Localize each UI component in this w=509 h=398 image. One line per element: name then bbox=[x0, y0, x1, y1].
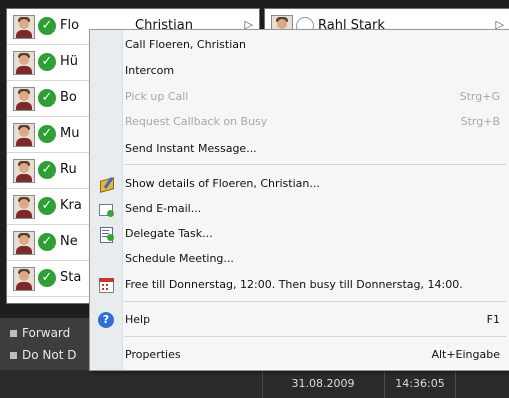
available-status-icon: ✓ bbox=[38, 53, 56, 71]
avatar bbox=[13, 159, 35, 183]
menu-item-label: Send Instant Message... bbox=[125, 142, 257, 155]
context-menu: Call Floeren, Christian Intercom Pick up… bbox=[89, 29, 509, 371]
forward-label: Forward bbox=[22, 326, 71, 340]
menu-item-send-email[interactable]: Send E-mail... bbox=[90, 197, 509, 221]
menu-item-label: Properties bbox=[125, 348, 181, 361]
menu-item-send-instant-message[interactable]: Send Instant Message... bbox=[90, 137, 509, 161]
avatar bbox=[13, 87, 35, 111]
menu-item-shortcut: Strg+G bbox=[459, 90, 500, 103]
menu-item-help[interactable]: ? Help F1 bbox=[90, 308, 509, 332]
contact-name: Hü bbox=[60, 54, 79, 69]
menu-item-label: Free till Donnerstag, 12:00. Then busy t… bbox=[125, 278, 463, 291]
avatar bbox=[13, 15, 35, 39]
menu-item-pick-up-call: Pick up Call Strg+G bbox=[90, 85, 509, 109]
menu-item-call[interactable]: Call Floeren, Christian bbox=[90, 33, 509, 57]
contact-name: Sta bbox=[60, 270, 82, 285]
contact-name: Ne bbox=[60, 234, 78, 249]
available-status-icon: ✓ bbox=[38, 89, 56, 107]
forward-toggle[interactable]: Forward bbox=[10, 326, 70, 340]
address-book-icon bbox=[98, 176, 114, 193]
status-date: 31.08.2009 bbox=[262, 370, 383, 398]
menu-separator bbox=[124, 301, 506, 302]
menu-item-show-details[interactable]: Show details of Floeren, Christian... bbox=[90, 172, 509, 196]
menu-separator bbox=[124, 164, 506, 165]
menu-item-properties[interactable]: Properties Alt+Eingabe bbox=[90, 343, 509, 367]
avatar bbox=[13, 231, 35, 255]
menu-item-shortcut: Alt+Eingabe bbox=[431, 348, 500, 361]
available-status-icon: ✓ bbox=[38, 125, 56, 143]
menu-item-free-busy[interactable]: Free till Donnerstag, 12:00. Then busy t… bbox=[90, 273, 509, 297]
task-icon bbox=[98, 226, 114, 243]
menu-bullet-icon bbox=[10, 330, 17, 337]
menu-item-shortcut: F1 bbox=[486, 313, 500, 326]
menu-item-request-callback: Request Callback on Busy Strg+B bbox=[90, 110, 509, 134]
menu-bullet-icon bbox=[10, 352, 17, 359]
dnd-label: Do Not D bbox=[22, 348, 77, 362]
contact-name: Kra bbox=[60, 198, 82, 213]
status-bar: 31.08.2009 14:36:05 bbox=[0, 370, 509, 398]
menu-item-intercom[interactable]: Intercom bbox=[90, 59, 509, 83]
menu-item-label: Show details of Floeren, Christian... bbox=[125, 177, 320, 190]
available-status-icon: ✓ bbox=[38, 269, 56, 287]
contact-name: Flo bbox=[60, 18, 80, 33]
available-status-icon: ✓ bbox=[38, 17, 56, 35]
available-status-icon: ✓ bbox=[38, 197, 56, 215]
menu-item-label: Schedule Meeting... bbox=[125, 252, 234, 265]
menu-item-label: Call Floeren, Christian bbox=[125, 38, 246, 51]
menu-item-label: Help bbox=[125, 313, 151, 326]
help-icon: ? bbox=[98, 312, 114, 328]
avatar bbox=[13, 195, 35, 219]
avatar bbox=[13, 267, 35, 291]
calendar-icon bbox=[98, 277, 114, 293]
avatar bbox=[13, 51, 35, 75]
do-not-disturb-toggle[interactable]: Do Not D bbox=[10, 348, 76, 362]
menu-item-label: Request Callback on Busy bbox=[125, 115, 268, 128]
available-status-icon: ✓ bbox=[38, 161, 56, 179]
menu-item-label: Pick up Call bbox=[125, 90, 189, 103]
email-icon bbox=[98, 201, 114, 217]
menu-item-schedule-meeting[interactable]: Schedule Meeting... bbox=[90, 247, 509, 271]
menu-item-label: Send E-mail... bbox=[125, 202, 202, 215]
menu-item-shortcut: Strg+B bbox=[460, 115, 500, 128]
status-time: 14:36:05 bbox=[384, 370, 456, 398]
contact-name: Mu bbox=[60, 126, 80, 141]
menu-item-label: Intercom bbox=[125, 64, 175, 77]
menu-item-label: Delegate Task... bbox=[125, 227, 213, 240]
available-status-icon: ✓ bbox=[38, 233, 56, 251]
contact-name: Ru bbox=[60, 162, 77, 177]
menu-item-delegate-task[interactable]: Delegate Task... bbox=[90, 222, 509, 246]
contact-name: Bo bbox=[60, 90, 77, 105]
menu-separator bbox=[124, 336, 506, 337]
avatar bbox=[13, 123, 35, 147]
